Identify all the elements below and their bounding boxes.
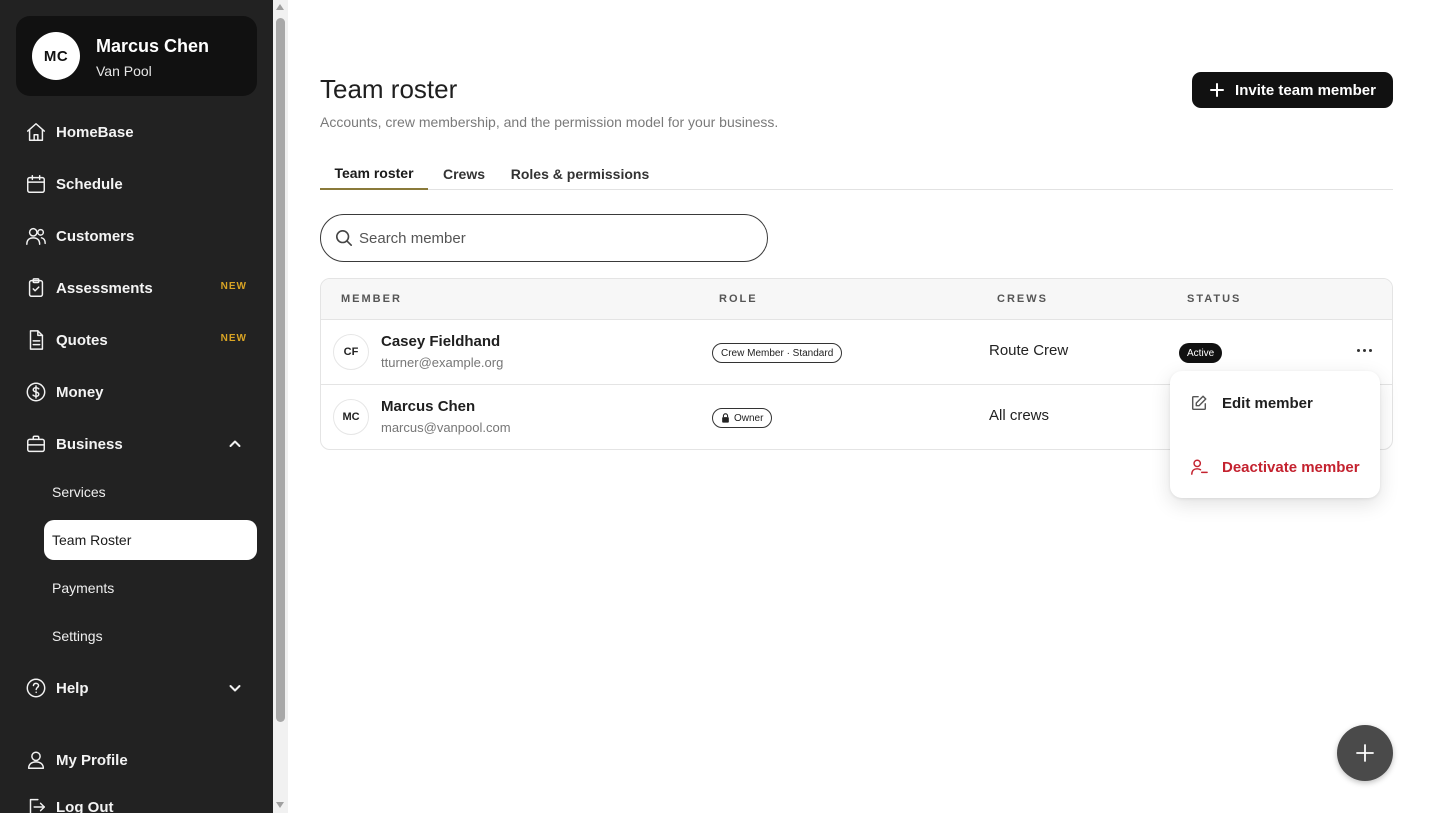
role-label: Owner [734,412,764,424]
member-email: tturner@example.org [381,355,504,370]
more-dot [1362,348,1366,352]
edit-member-menu-item[interactable]: Edit member [1170,381,1380,425]
sidebar-subitem-services[interactable]: Services [44,472,257,512]
search-icon [335,229,353,247]
tab-team-roster[interactable]: Team roster [320,158,428,190]
sidebar-subitem-team-roster[interactable]: Team Roster [44,520,257,560]
sidebar-item-label: Schedule [56,175,123,193]
sidebar-item-label: Quotes [56,331,108,349]
profile-name: Marcus Chen [96,36,210,56]
member-name: Casey Fieldhand [381,333,501,350]
table-header: MEMBER ROLE CREWS STATUS [321,279,1392,320]
new-badge: NEW [220,281,247,292]
sidebar-scrollbar[interactable] [273,0,288,813]
briefcase-icon [16,424,56,464]
invite-button-label: Invite team member [1235,81,1376,99]
role-badge: Crew Member · Standard [712,343,843,363]
calendar-icon [16,164,56,204]
column-header-role: ROLE [719,293,758,305]
sidebar-item-label: Customers [56,227,135,245]
sidebar-item-label: Assessments [56,279,153,297]
tab-crews[interactable]: Crews [436,158,492,190]
deactivate-member-label: Deactivate member [1222,458,1360,476]
row-actions-button[interactable] [1349,338,1379,362]
deactivate-member-menu-item[interactable]: Deactivate member [1170,445,1380,489]
sidebar-subitem-payments[interactable]: Payments [44,568,257,608]
users-icon [16,216,56,256]
more-dot [1356,348,1360,352]
sidebar-item-label: My Profile [56,751,128,769]
user-minus-icon [1191,459,1208,475]
chevron-down-icon [227,680,243,696]
search-input[interactable] [359,229,739,247]
logout-icon [16,787,56,813]
sidebar-item-homebase[interactable]: HomeBase [16,112,257,152]
member-name: Marcus Chen [381,398,476,415]
dollar-circle-icon [16,372,56,412]
sidebar-item-log-out[interactable]: Log Out [16,787,257,813]
sidebar-subitem-settings[interactable]: Settings [44,616,257,656]
sidebar-item-my-profile[interactable]: My Profile [16,740,257,780]
sidebar-item-customers[interactable]: Customers [16,216,257,256]
edit-icon [1191,395,1207,411]
edit-member-label: Edit member [1222,394,1313,412]
sidebar-item-label: Log Out [56,798,114,813]
tab-roles-permissions[interactable]: Roles & permissions [508,158,652,190]
row-actions-menu: Edit member Deactivate member [1170,371,1380,498]
column-header-status: STATUS [1187,293,1242,305]
page-subtitle: Accounts, crew membership, and the permi… [320,114,779,130]
tab-bar: Team roster Crews Roles & permissions [320,158,1393,190]
plus-icon [1210,83,1225,97]
sidebar-item-schedule[interactable]: Schedule [16,164,257,204]
column-header-member: MEMBER [341,293,402,305]
avatar: MC [32,32,80,80]
sidebar-item-assessments[interactable]: Assessments NEW [16,268,257,308]
page-title: Team roster [320,74,458,104]
lock-icon [722,413,729,423]
sidebar-item-label: Business [56,435,123,453]
member-crews: All crews [989,407,1050,424]
member-email: marcus@vanpool.com [381,420,511,435]
floating-add-button[interactable] [1337,725,1393,781]
scrollbar-thumb[interactable] [276,18,285,722]
sidebar-item-help[interactable]: Help [16,668,257,708]
sidebar-item-label: Help [56,679,89,697]
role-label: Crew Member · Standard [721,347,834,359]
scroll-up-arrow-icon[interactable] [276,4,284,10]
clipboard-check-icon [16,268,56,308]
search-box[interactable] [320,214,768,262]
column-header-crews: CREWS [997,293,1048,305]
member-avatar: CF [333,334,369,370]
sidebar-item-label: Money [56,383,104,401]
invite-team-member-button[interactable]: Invite team member [1192,72,1393,108]
sidebar-item-quotes[interactable]: Quotes NEW [16,320,257,360]
profile-org: Van Pool [96,63,152,79]
sidebar-item-business[interactable]: Business [16,424,257,464]
status-badge: Active [1179,343,1223,363]
user-icon [16,740,56,780]
sidebar-item-label: HomeBase [56,123,134,141]
new-badge: NEW [220,333,247,344]
sidebar-item-money[interactable]: Money [16,372,257,412]
role-badge: Owner [712,408,773,428]
document-icon [16,320,56,360]
help-circle-icon [16,668,56,708]
sidebar: MC Marcus Chen Van Pool HomeBase Schedul… [0,0,273,813]
more-dot [1368,348,1372,352]
plus-icon [1356,744,1374,762]
home-icon [16,112,56,152]
member-avatar: MC [333,399,369,435]
member-crews: Route Crew [989,342,1069,359]
scroll-down-arrow-icon[interactable] [276,802,284,808]
chevron-up-icon [227,436,243,452]
profile-card[interactable]: MC Marcus Chen Van Pool [16,16,257,96]
